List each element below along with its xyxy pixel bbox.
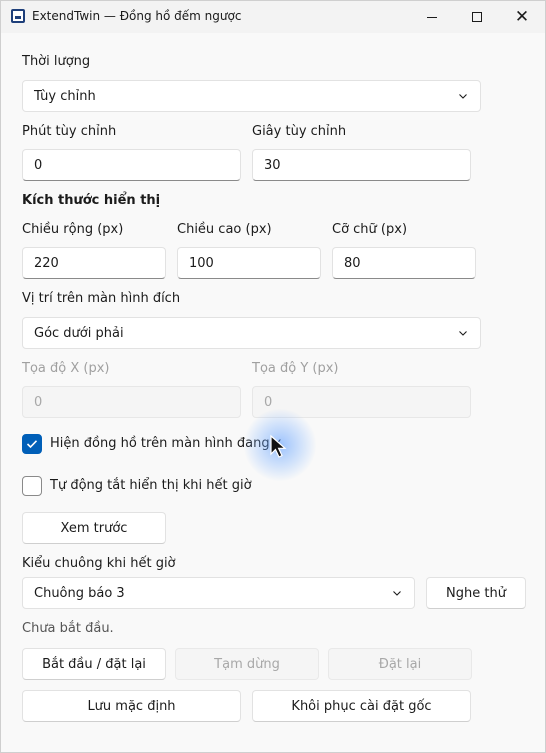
duration-selected-value: Tùy chỉnh [34, 88, 96, 104]
x-coordinate-input[interactable]: 0 [22, 386, 241, 418]
save-default-button-label: Lưu mặc định [87, 698, 176, 714]
chevron-down-icon [393, 591, 401, 596]
chevron-down-icon [459, 94, 467, 99]
custom-seconds-label: Giây tùy chỉnh [252, 124, 347, 139]
position-selected-value: Góc dưới phải [34, 325, 124, 341]
start-reset-button-label: Bắt đầu / đặt lại [42, 656, 146, 672]
pause-button[interactable]: Tạm dừng [175, 648, 319, 680]
custom-minutes-label: Phút tùy chỉnh [22, 124, 117, 139]
bell-select[interactable]: Chuông báo 3 [22, 577, 415, 609]
app-icon [11, 9, 25, 23]
position-select[interactable]: Góc dưới phải [22, 317, 481, 349]
height-label: Chiều cao (px) [177, 222, 272, 237]
width-input[interactable]: 220 [22, 247, 166, 279]
y-coordinate-input[interactable]: 0 [252, 386, 471, 418]
bell-selected-value: Chuông báo 3 [34, 585, 125, 601]
font-size-input[interactable]: 80 [332, 247, 476, 279]
custom-seconds-value: 30 [264, 157, 281, 173]
display-size-heading: Kích thước hiển thị [22, 193, 161, 208]
duration-label: Thời lượng [22, 54, 91, 69]
test-bell-button[interactable]: Nghe thử [426, 577, 526, 609]
preview-button[interactable]: Xem trước [22, 512, 166, 544]
restore-factory-button[interactable]: Khôi phục cài đặt gốc [252, 690, 471, 722]
close-icon: ✕ [514, 6, 530, 27]
minimize-icon [427, 16, 437, 18]
pause-button-label: Tạm dừng [214, 656, 280, 672]
height-input[interactable]: 100 [177, 247, 321, 279]
start-reset-button[interactable]: Bắt đầu / đặt lại [22, 648, 166, 680]
reset-button-label: Đặt lại [378, 656, 422, 672]
width-label: Chiều rộng (px) [22, 222, 124, 237]
font-size-value: 80 [344, 255, 361, 271]
x-coordinate-label: Tọa độ X (px) [22, 361, 110, 376]
bell-type-label: Kiểu chuông khi hết giờ [22, 556, 176, 571]
maximize-button[interactable] [454, 1, 500, 33]
custom-minutes-value: 0 [34, 157, 43, 173]
save-default-button[interactable]: Lưu mặc định [22, 690, 241, 722]
restore-factory-button-label: Khôi phục cài đặt gốc [291, 698, 432, 714]
minimize-button[interactable] [409, 1, 455, 33]
test-bell-button-label: Nghe thử [446, 585, 506, 601]
chevron-down-icon [459, 331, 467, 336]
auto-hide-label[interactable]: Tự động tắt hiển thị khi hết giờ [50, 478, 252, 493]
reset-button[interactable]: Đặt lại [328, 648, 472, 680]
custom-seconds-input[interactable]: 30 [252, 149, 471, 181]
mouse-pointer-icon [270, 434, 287, 458]
position-label: Vị trí trên màn hình đích [22, 291, 181, 306]
checkmark-icon [26, 440, 38, 449]
maximize-icon [472, 12, 482, 22]
window-title: ExtendTwin — Đồng hồ đếm ngược [32, 9, 242, 23]
y-coordinate-value: 0 [264, 394, 273, 410]
duration-select[interactable]: Tùy chỉnh [22, 80, 481, 112]
width-value: 220 [34, 255, 59, 271]
show-on-screen-label[interactable]: Hiện đồng hồ trên màn hình đang x [50, 436, 281, 451]
x-coordinate-value: 0 [34, 394, 43, 410]
close-button[interactable]: ✕ [499, 1, 545, 33]
status-text: Chưa bắt đầu. [22, 621, 114, 636]
countdown-window: ExtendTwin — Đồng hồ đếm ngược ✕ Thời lư… [0, 0, 546, 753]
auto-hide-checkbox[interactable] [22, 476, 42, 496]
preview-button-label: Xem trước [60, 520, 128, 536]
show-on-screen-checkbox[interactable] [22, 434, 42, 454]
title-bar[interactable]: ExtendTwin — Đồng hồ đếm ngược ✕ [1, 1, 545, 33]
height-value: 100 [189, 255, 214, 271]
y-coordinate-label: Tọa độ Y (px) [252, 361, 339, 376]
font-size-label: Cỡ chữ (px) [332, 222, 408, 237]
custom-minutes-input[interactable]: 0 [22, 149, 241, 181]
